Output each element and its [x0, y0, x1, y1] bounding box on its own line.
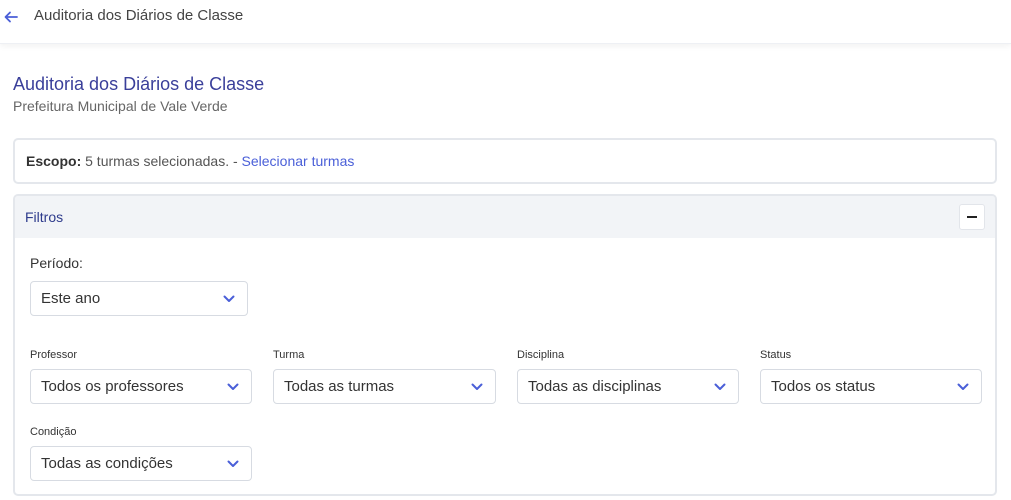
scope-text: Escopo: 5 turmas selecionadas. - Selecio… [26, 153, 354, 169]
professor-label: Professor [30, 349, 78, 361]
select-classes-link[interactable]: Selecionar turmas [242, 153, 355, 169]
subject-select-value: Todas as disciplinas [528, 378, 662, 395]
scope-label: Escopo: [26, 153, 82, 169]
class-label: Turma [273, 349, 305, 361]
period-label: Período: [30, 255, 83, 271]
subject-select[interactable]: Todas as disciplinas [517, 369, 739, 404]
period-select-value: Este ano [41, 290, 101, 307]
condition-label: Condição [30, 426, 77, 438]
topbar-title: Auditoria dos Diários de Classe [34, 7, 244, 24]
chevron-down-icon [957, 383, 969, 390]
top-bar: Auditoria dos Diários de Classe [0, 0, 1011, 44]
status-select[interactable]: Todos os status [760, 369, 982, 404]
condition-select-value: Todas as condições [41, 455, 173, 472]
professor-select-value: Todos os professores [41, 378, 184, 395]
period-select[interactable]: Este ano [30, 281, 248, 316]
subject-label: Disciplina [517, 349, 565, 361]
professor-select[interactable]: Todos os professores [30, 369, 252, 404]
filters-header[interactable]: Filtros [15, 196, 995, 238]
collapse-filters-button[interactable] [959, 204, 985, 230]
class-select-value: Todas as turmas [284, 378, 395, 395]
scope-description: 5 turmas selecionadas. - [81, 153, 242, 169]
scope-box: Escopo: 5 turmas selecionadas. - Selecio… [13, 138, 997, 184]
chevron-down-icon [471, 383, 483, 390]
chevron-down-icon [227, 460, 239, 467]
page-subtitle: Prefeitura Municipal de Vale Verde [13, 98, 228, 114]
class-select[interactable]: Todas as turmas [273, 369, 496, 404]
status-select-value: Todos os status [771, 378, 876, 395]
minus-icon [967, 216, 977, 218]
condition-select[interactable]: Todas as condições [30, 446, 252, 481]
chevron-down-icon [223, 295, 235, 302]
filters-panel: Filtros Período: Este ano Professor Todo… [13, 194, 997, 496]
filters-title: Filtros [25, 209, 64, 225]
back-arrow-icon[interactable] [3, 9, 19, 25]
chevron-down-icon [714, 383, 726, 390]
page-title: Auditoria dos Diários de Classe [13, 74, 265, 94]
status-label: Status [760, 349, 792, 361]
chevron-down-icon [227, 383, 239, 390]
